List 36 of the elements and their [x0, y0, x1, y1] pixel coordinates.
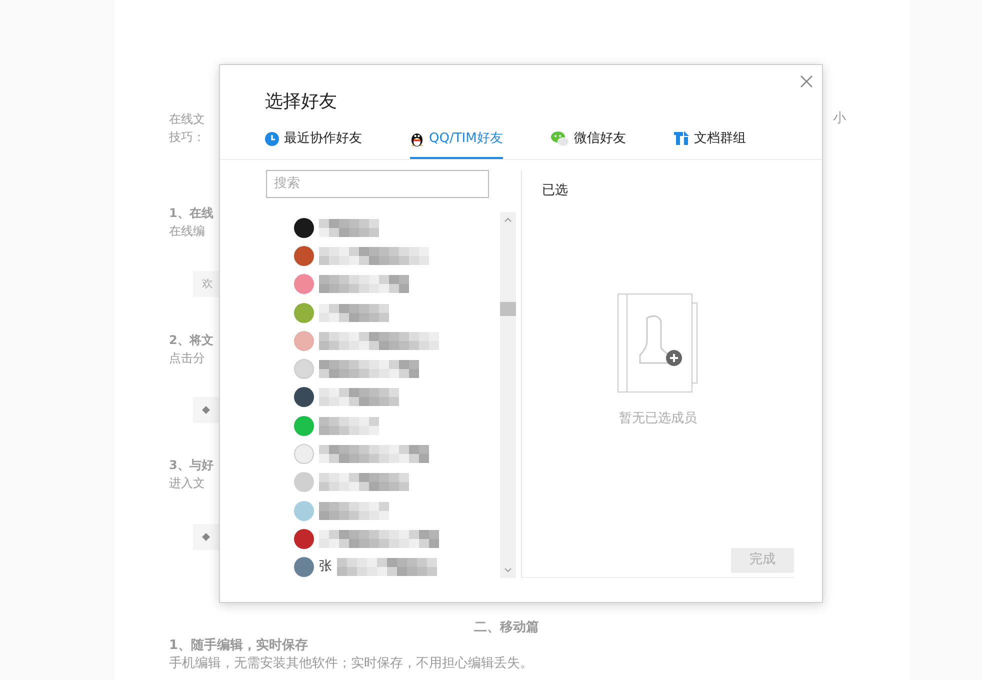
dialog-title: 选择好友	[265, 90, 338, 114]
part-title: 二、移动篇	[474, 619, 539, 637]
clock-icon	[265, 132, 279, 146]
section-heading: 3、与好	[169, 457, 214, 474]
paragraph-text: 在线文	[169, 111, 205, 128]
paragraph-text: 点击分	[169, 350, 205, 367]
scrollbar-thumb[interactable]	[500, 302, 516, 316]
penguin-icon	[410, 130, 424, 147]
blurred-name	[319, 218, 379, 237]
friend-name: 张	[319, 558, 332, 576]
tab[interactable]: 微信好友	[550, 129, 626, 158]
close-icon[interactable]	[800, 75, 813, 88]
chat-icon	[550, 131, 569, 146]
paragraph-text: 技巧：	[169, 129, 205, 146]
paragraph-text: 手机编辑，无需安装其他软件；实时保存，不用担心编辑丢失。	[169, 655, 533, 673]
tab[interactable]: QQ/TIM好友	[410, 129, 503, 158]
empty-message: 暂无已选成员	[619, 410, 697, 428]
preview-box: 欢	[193, 271, 219, 297]
blurred-name	[319, 502, 389, 520]
section-heading: 1、在线	[169, 205, 214, 222]
section-heading: 2、将文	[169, 332, 214, 349]
scroll-down-icon[interactable]	[504, 568, 512, 572]
tab[interactable]: 最近协作好友	[265, 129, 362, 158]
search-field[interactable]: 搜索	[266, 170, 489, 198]
diamond-icon	[202, 533, 210, 541]
paragraph-text: 进入文	[169, 475, 205, 492]
docs-icon	[674, 131, 689, 146]
diamond-icon	[202, 406, 210, 414]
blurred-name	[319, 416, 379, 435]
scroll-up-icon[interactable]	[504, 216, 512, 222]
blurred-name	[319, 304, 389, 322]
section-heading: 1、随手编辑，实时保存	[169, 637, 308, 655]
tab[interactable]: 文档群组	[674, 129, 746, 158]
panel-heading: 已选	[542, 182, 569, 200]
paragraph-text: 小	[833, 110, 846, 128]
paragraph-text: 在线编	[169, 223, 205, 240]
